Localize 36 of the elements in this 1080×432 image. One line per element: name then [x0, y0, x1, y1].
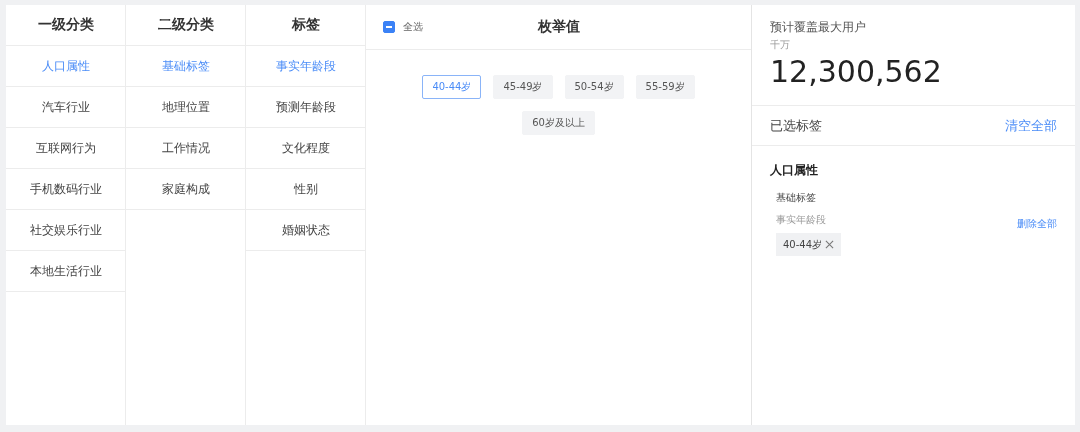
checkbox-label: 全选 [403, 20, 423, 34]
category-item[interactable]: 本地生活行业 [6, 251, 125, 292]
stat-title: 预计覆盖最大用户 [770, 19, 867, 36]
value-chip[interactable]: 55-59岁 [635, 75, 695, 99]
column-header: 二级分类 [126, 5, 245, 46]
value-chip[interactable]: 60岁及以上 [522, 111, 595, 135]
category-item[interactable]: 社交娱乐行业 [6, 210, 125, 251]
category-item[interactable]: 互联网行为 [6, 128, 125, 169]
category-item[interactable]: 工作情况 [126, 128, 245, 169]
category-item[interactable]: 人口属性 [6, 46, 125, 87]
value-chip[interactable]: 40-44岁 [422, 75, 482, 99]
category-item[interactable]: 性别 [246, 169, 365, 210]
subgroup-title: 基础标签 [776, 191, 817, 205]
tag-name: 事实年龄段 [776, 213, 827, 227]
user-count: 12,300,562 [770, 54, 943, 89]
category-item[interactable]: 基础标签 [126, 46, 245, 87]
checkbox[interactable] [383, 21, 395, 33]
group-title: 人口属性 [770, 162, 819, 179]
column-header: 一级分类 [6, 5, 125, 46]
category-item[interactable]: 手机数码行业 [6, 169, 125, 210]
category-item[interactable]: 文化程度 [246, 128, 365, 169]
category-item[interactable]: 地理位置 [126, 87, 245, 128]
tag-label: 40-44岁 [783, 237, 823, 252]
section-title: 已选标签 [770, 116, 822, 135]
column-header: 标签 [246, 5, 365, 46]
category-item[interactable]: 汽车行业 [6, 87, 125, 128]
category-item[interactable]: 家庭构成 [126, 169, 245, 210]
delete-all-link[interactable]: 删除全部 [1017, 216, 1057, 231]
category-item[interactable]: 预测年龄段 [246, 87, 365, 128]
category-item[interactable]: 婚姻状态 [246, 210, 365, 251]
close-icon[interactable] [825, 240, 835, 249]
value-chip[interactable]: 50-54岁 [564, 75, 624, 99]
unit-label: 千万 [770, 38, 791, 52]
value-chip[interactable]: 45-49岁 [493, 75, 553, 99]
clear-all-link[interactable]: 清空全部 [1005, 116, 1057, 135]
panel-title: 枚举值 [537, 18, 580, 36]
